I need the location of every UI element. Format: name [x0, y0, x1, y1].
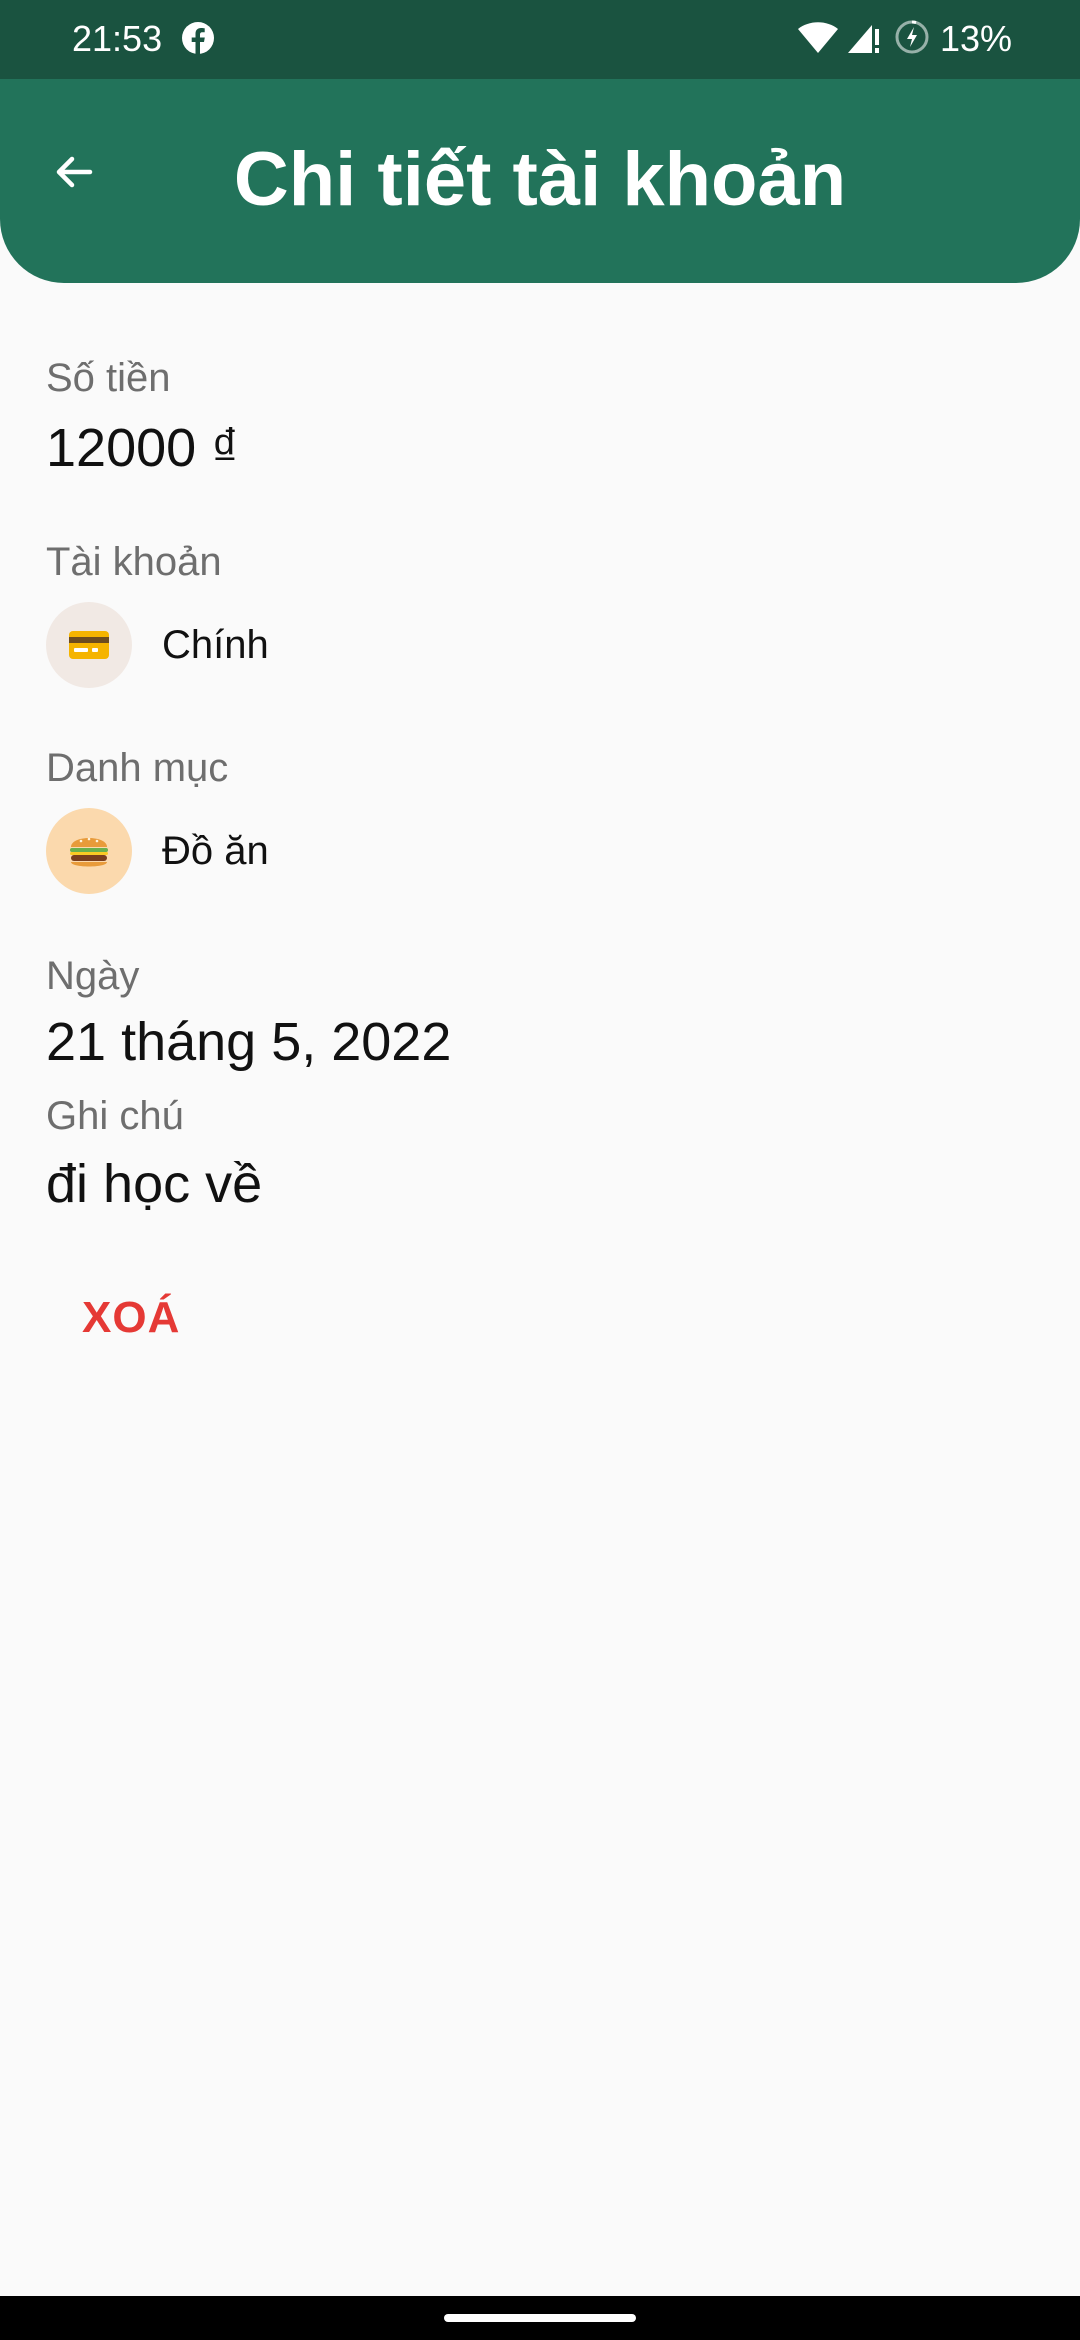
battery-percentage: 13%	[940, 18, 1013, 59]
page-title: Chi tiết tài khoản	[233, 137, 847, 222]
account-label: Tài khoản	[46, 540, 222, 584]
status-bar: 21:53 13%	[0, 0, 1080, 79]
navigation-bar	[0, 2296, 1080, 2340]
hamburger-icon	[46, 808, 132, 894]
wifi-icon	[798, 22, 838, 53]
account-name: Chính	[162, 623, 269, 667]
app-bar: Chi tiết tài khoản	[0, 79, 1080, 283]
date-label: Ngày	[46, 954, 140, 998]
facebook-icon	[182, 22, 214, 55]
delete-button[interactable]: XOÁ	[56, 1280, 206, 1356]
amount-value: 12000 ₫	[46, 418, 239, 478]
category-row[interactable]: Đồ ăn	[46, 808, 269, 894]
signal-icon	[848, 25, 879, 53]
note-label: Ghi chú	[46, 1094, 184, 1138]
home-indicator[interactable]	[444, 2314, 636, 2322]
battery-saver-icon	[895, 20, 929, 54]
credit-card-icon	[46, 602, 132, 688]
date-value: 21 tháng 5, 2022	[46, 1012, 452, 1072]
category-label: Danh mục	[46, 746, 229, 790]
amount-label: Số tiền	[46, 356, 171, 400]
account-row[interactable]: Chính	[46, 602, 269, 688]
status-time: 21:53	[72, 18, 163, 59]
note-value: đi học về	[46, 1154, 263, 1214]
category-name: Đồ ăn	[162, 829, 269, 873]
